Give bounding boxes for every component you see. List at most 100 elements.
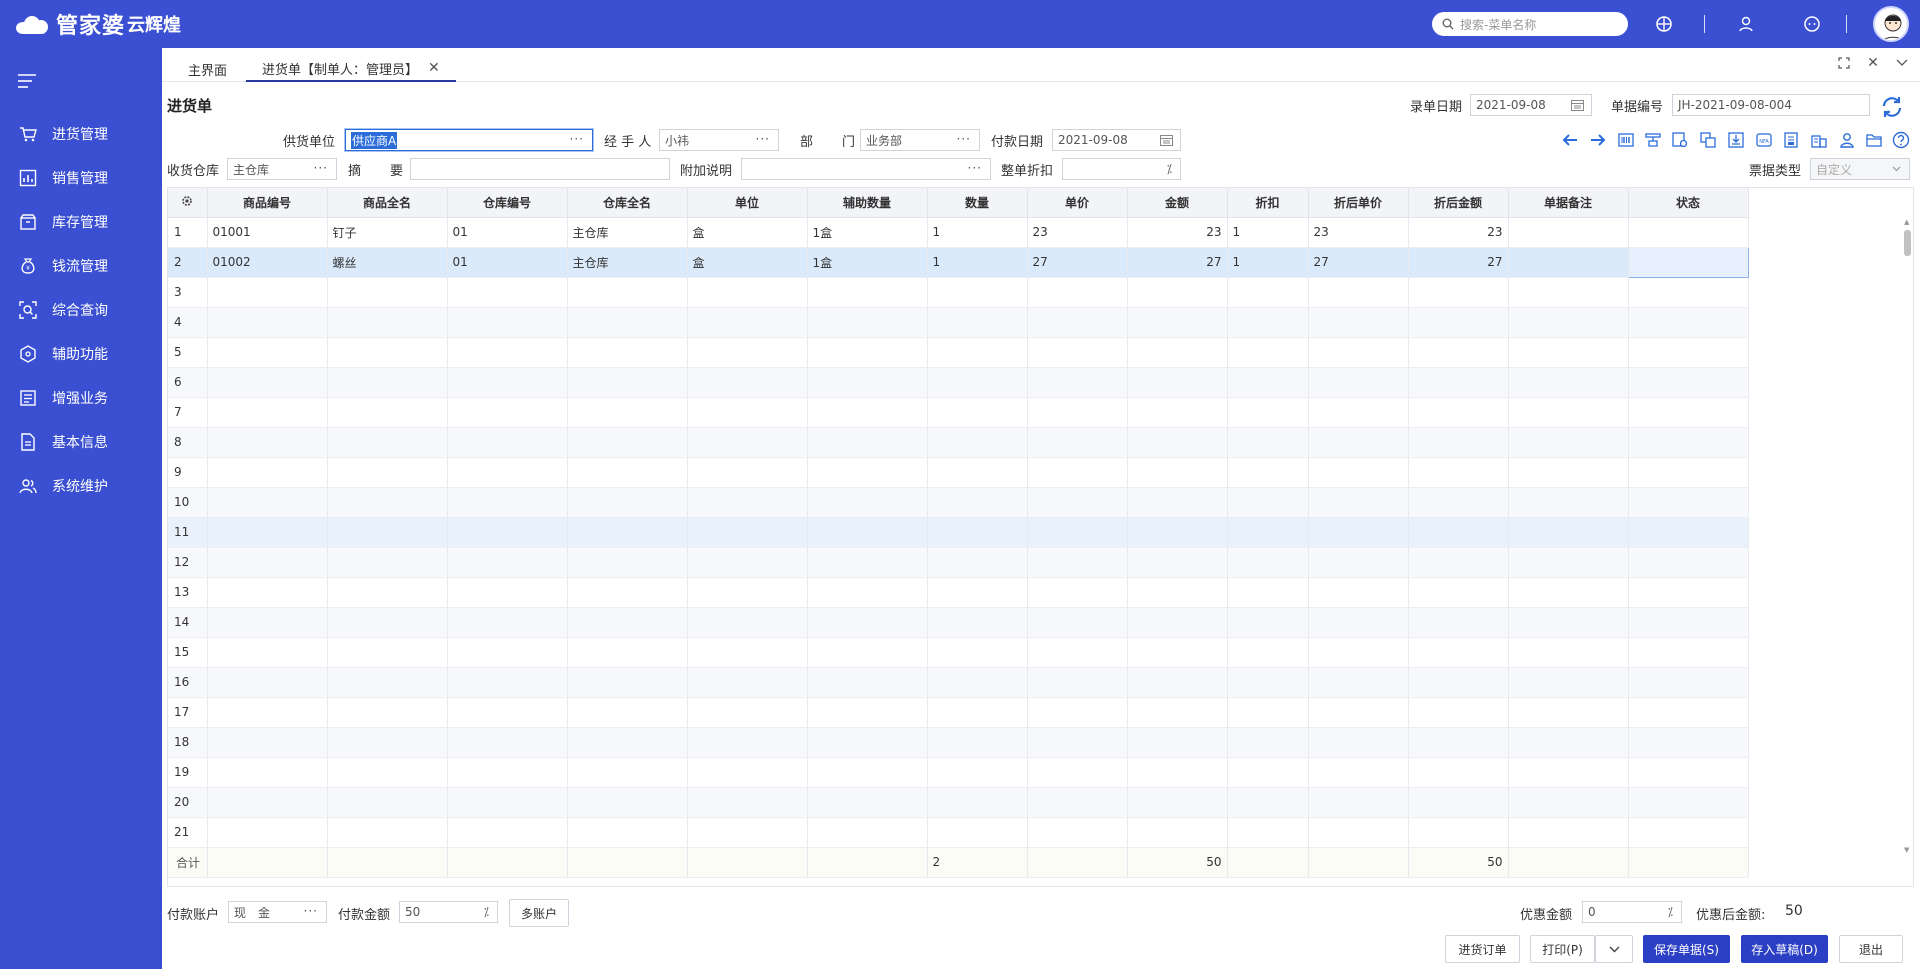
sidebar-item-enhanced[interactable]: 增强业务 xyxy=(0,376,162,420)
table-cell[interactable] xyxy=(1127,817,1228,848)
table-cell[interactable] xyxy=(1308,547,1409,578)
table-cell[interactable] xyxy=(207,637,328,668)
table-row[interactable]: 18 xyxy=(168,727,1749,758)
table-cell[interactable] xyxy=(1408,817,1509,848)
table-cell[interactable]: 01 xyxy=(447,217,568,248)
table-cell[interactable] xyxy=(1408,547,1509,578)
table-cell[interactable] xyxy=(1127,727,1228,758)
table-cell[interactable] xyxy=(1127,457,1228,488)
table-cell[interactable] xyxy=(1308,367,1409,398)
table-cell[interactable] xyxy=(1027,457,1128,488)
column-header[interactable]: 折扣 xyxy=(1227,188,1309,218)
table-cell[interactable] xyxy=(327,667,448,698)
table-cell[interactable] xyxy=(1508,727,1629,758)
table-cell[interactable] xyxy=(1408,667,1509,698)
table-cell[interactable]: 27 xyxy=(1408,247,1509,278)
table-cell[interactable]: 1 xyxy=(1227,217,1309,248)
table-row[interactable]: 6 xyxy=(168,367,1749,398)
table-cell[interactable] xyxy=(1127,697,1228,728)
table-cell[interactable] xyxy=(207,427,328,458)
ellipsis-icon[interactable]: ··· xyxy=(570,132,584,146)
avatar[interactable] xyxy=(1873,6,1909,42)
table-cell[interactable] xyxy=(1628,607,1749,638)
column-header[interactable]: 状态 xyxy=(1628,188,1749,218)
table-cell[interactable] xyxy=(567,427,688,458)
column-header[interactable]: 仓库编号 xyxy=(447,188,568,218)
table-cell[interactable] xyxy=(447,667,568,698)
table-cell[interactable] xyxy=(207,607,328,638)
table-cell[interactable] xyxy=(1308,517,1409,548)
fullscreen-icon[interactable] xyxy=(1835,54,1853,72)
copy-icon[interactable] xyxy=(1698,130,1718,150)
entry-date-field[interactable]: 2021-09-08 xyxy=(1470,94,1592,116)
table-cell[interactable] xyxy=(1628,727,1749,758)
table-cell[interactable] xyxy=(807,757,928,788)
table-cell[interactable] xyxy=(1308,787,1409,818)
table-row[interactable]: 16 xyxy=(168,667,1749,698)
table-cell[interactable] xyxy=(1308,457,1409,488)
table-row[interactable]: 10 xyxy=(168,487,1749,518)
table-cell[interactable] xyxy=(927,337,1028,368)
table-cell[interactable] xyxy=(807,307,928,338)
table-cell[interactable] xyxy=(327,697,448,728)
table-cell[interactable] xyxy=(327,757,448,788)
table-cell[interactable] xyxy=(447,397,568,428)
table-cell[interactable] xyxy=(207,337,328,368)
arrow-right-icon[interactable] xyxy=(1588,130,1608,150)
table-cell[interactable] xyxy=(927,397,1028,428)
table-cell[interactable] xyxy=(807,727,928,758)
table-cell[interactable] xyxy=(1408,277,1509,308)
table-cell[interactable] xyxy=(567,367,688,398)
multi-account-button[interactable]: 多账户 xyxy=(509,899,569,927)
table-cell[interactable] xyxy=(1628,517,1749,548)
table-cell[interactable] xyxy=(567,307,688,338)
table-cell[interactable] xyxy=(1508,757,1629,788)
table-row[interactable]: 19 xyxy=(168,757,1749,788)
table-cell[interactable] xyxy=(1308,697,1409,728)
dept-field[interactable]: 业务部 ··· xyxy=(860,129,980,151)
table-cell[interactable] xyxy=(1227,277,1309,308)
table-cell[interactable] xyxy=(807,577,928,608)
column-header[interactable]: 仓库全名 xyxy=(567,188,688,218)
table-cell[interactable] xyxy=(807,397,928,428)
table-row[interactable]: 14 xyxy=(168,607,1749,638)
nfc-icon[interactable]: NFA xyxy=(1754,130,1774,150)
print-dropdown-button[interactable] xyxy=(1595,935,1633,963)
table-cell[interactable] xyxy=(1308,427,1409,458)
table-cell[interactable] xyxy=(927,487,1028,518)
table-cell[interactable]: 27 xyxy=(1027,247,1128,278)
table-cell[interactable] xyxy=(1408,577,1509,608)
table-cell[interactable] xyxy=(327,517,448,548)
message-icon[interactable] xyxy=(1801,13,1823,35)
table-cell[interactable] xyxy=(1227,427,1309,458)
barcode-icon[interactable] xyxy=(1616,130,1636,150)
table-cell[interactable]: 盒 xyxy=(687,217,808,248)
table-cell[interactable] xyxy=(1508,427,1629,458)
pay-date-field[interactable]: 2021-09-08 xyxy=(1052,129,1181,151)
table-cell[interactable] xyxy=(1027,547,1128,578)
discount-field[interactable]: ⁒ xyxy=(1062,158,1181,180)
table-cell[interactable] xyxy=(207,397,328,428)
table-cell[interactable] xyxy=(1508,547,1629,578)
table-cell[interactable]: 23 xyxy=(1127,217,1228,248)
table-cell[interactable] xyxy=(567,487,688,518)
table-row[interactable]: 8 xyxy=(168,427,1749,458)
table-cell[interactable] xyxy=(1308,727,1409,758)
table-cell[interactable] xyxy=(927,637,1028,668)
table-cell[interactable] xyxy=(687,817,808,848)
table-cell[interactable] xyxy=(1628,337,1749,368)
table-cell[interactable] xyxy=(327,307,448,338)
column-header[interactable]: 折后金额 xyxy=(1408,188,1509,218)
table-cell[interactable] xyxy=(1227,547,1309,578)
table-cell[interactable] xyxy=(447,487,568,518)
sidebar-item-basic-info[interactable]: 基本信息 xyxy=(0,420,162,464)
table-cell[interactable] xyxy=(567,697,688,728)
table-cell[interactable] xyxy=(807,607,928,638)
table-cell[interactable] xyxy=(1308,337,1409,368)
table-cell[interactable] xyxy=(447,517,568,548)
table-cell[interactable] xyxy=(687,667,808,698)
table-cell[interactable] xyxy=(1027,427,1128,458)
supplier-field[interactable]: 供应商A ··· xyxy=(345,129,593,151)
table-cell[interactable]: 1 xyxy=(927,247,1028,278)
table-cell[interactable] xyxy=(1127,637,1228,668)
